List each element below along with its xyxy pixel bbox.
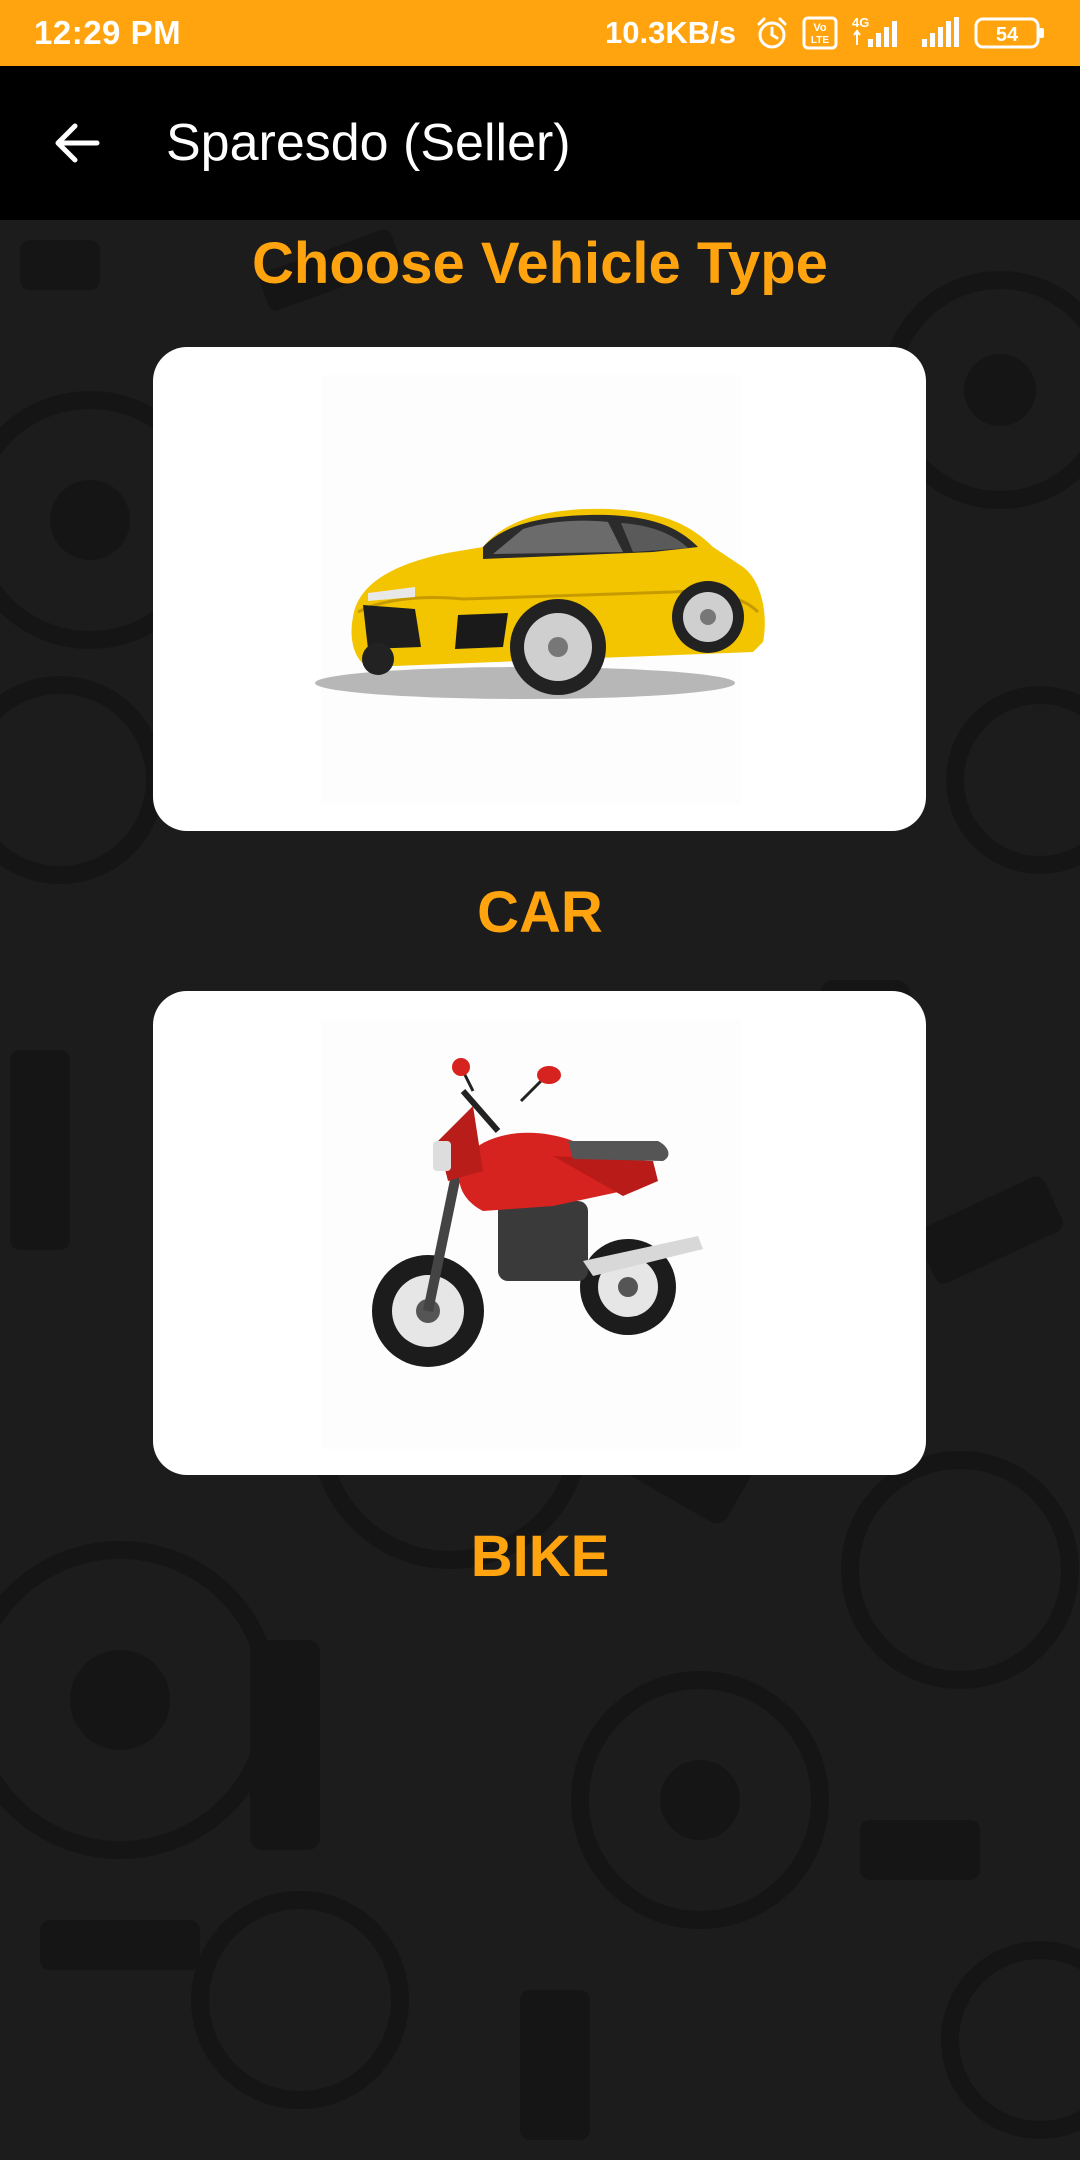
volte-lte: LTE: [811, 35, 829, 46]
alarm-icon: [754, 15, 790, 51]
signal-icon: [918, 15, 962, 51]
signal-4g-icon: 4G: [850, 15, 906, 51]
bike-option-label[interactable]: BIKE: [0, 1523, 1080, 1590]
status-icons: 10.3KB/s Vo LTE 4G 54: [605, 15, 1046, 51]
network-type: 4G: [852, 15, 869, 30]
bike-option-card[interactable]: [153, 991, 926, 1475]
car-option-label[interactable]: CAR: [0, 879, 1080, 946]
car-image: [315, 375, 765, 805]
arrow-left-icon: [55, 123, 100, 163]
page-heading: Choose Vehicle Type: [252, 231, 828, 296]
app-title: Sparesdo (Seller): [166, 114, 571, 172]
bike-image: [321, 1019, 741, 1449]
car-option-card[interactable]: [153, 347, 926, 831]
status-time: 12:29 PM: [34, 14, 182, 51]
volte-icon: Vo LTE: [802, 16, 838, 50]
battery-level: 54: [996, 24, 1019, 46]
battery-icon: 54: [974, 15, 1046, 51]
volte-vo: Vo: [813, 22, 827, 34]
status-bar: 12:29 PM 10.3KB/s Vo LTE 4G 54: [0, 0, 1080, 66]
back-button[interactable]: [40, 106, 114, 180]
app-bar: Sparesdo (Seller): [0, 66, 1080, 220]
network-speed: 10.3KB/s: [605, 15, 736, 50]
